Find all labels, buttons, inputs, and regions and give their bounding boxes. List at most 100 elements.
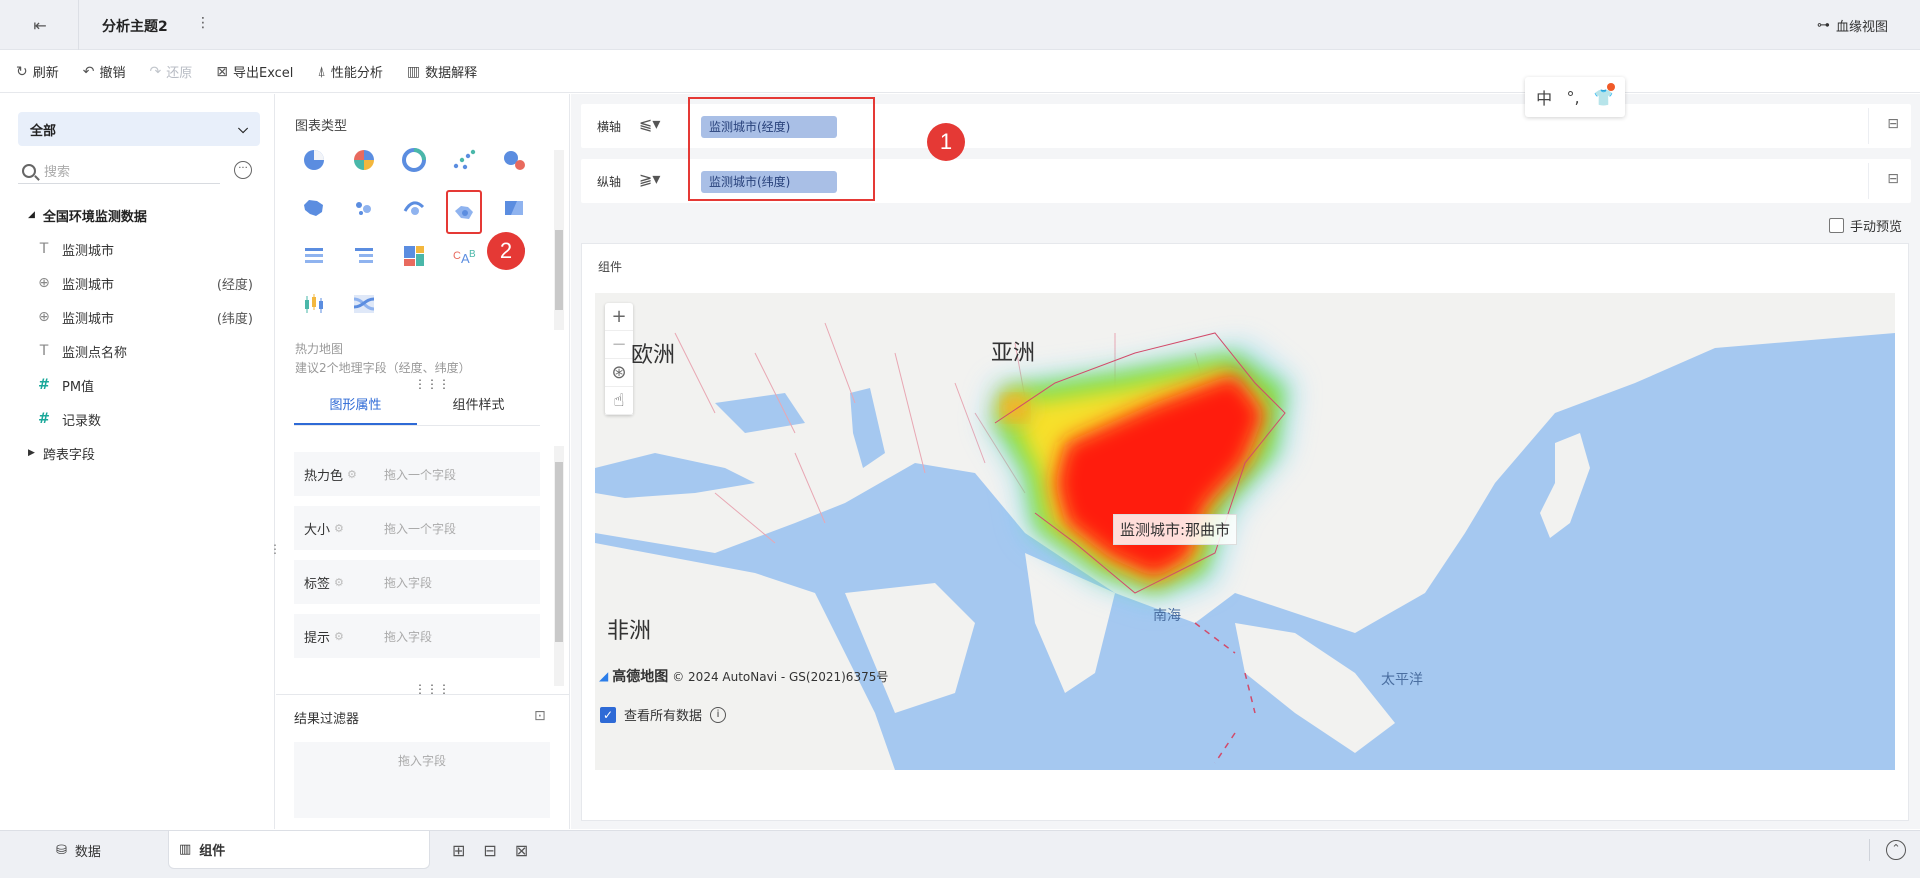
data-panel: 全部 ⌵ 搜索 ··· ◢ 全国环境监测数据 T 监测城市 ⊕ 监测城市 (经度… (0, 94, 293, 829)
field-search[interactable]: 搜索 (18, 158, 220, 184)
text-field-icon: T (39, 343, 49, 359)
tooltip-slot[interactable]: 提示 ⚙ 拖入字段 (294, 614, 540, 658)
redo-button[interactable]: ↷ 还原 (149, 62, 193, 82)
lock-icon[interactable]: ⊟ (1887, 116, 1899, 132)
field-label: PM值 (62, 379, 95, 395)
lineage-view-button[interactable]: ⊶ 血缘视图 (1817, 16, 1888, 35)
result-filter-dropzone[interactable]: 拖入字段 (294, 742, 550, 818)
tab-graph-properties[interactable]: 图形属性 (294, 386, 417, 425)
filter-settings-icon[interactable]: ⊡ (534, 708, 546, 724)
donut-chart-icon[interactable] (396, 142, 432, 178)
property-label: 提示 ⚙ (304, 627, 376, 646)
chart-grid-scrollbar[interactable] (554, 150, 564, 330)
perf-analysis-button[interactable]: ⍋ 性能分析 (317, 62, 382, 82)
undo-button[interactable]: ↶ 撤销 (83, 62, 126, 82)
map-label-africa: 非洲 (607, 619, 652, 644)
scope-select[interactable]: 全部 ⌵ (18, 112, 260, 146)
pie-chart-icon[interactable] (296, 142, 332, 178)
notification-dot (1607, 83, 1615, 91)
label-slot[interactable]: 标签 ⚙ 拖入字段 (294, 560, 540, 604)
map-tooltip: 监测城市:那曲市 (1113, 514, 1238, 545)
y-axis-settings-icon[interactable]: ⫺▾ (639, 169, 669, 193)
punctuation-icon[interactable]: °, (1566, 88, 1579, 107)
settings-icon[interactable]: ⚙ (334, 576, 344, 589)
divider (1868, 163, 1869, 199)
treemap-icon[interactable] (396, 238, 432, 274)
refresh-button[interactable]: ↻ 刷新 (16, 62, 59, 82)
collapse-up-icon[interactable]: ⌃ (1886, 840, 1906, 860)
detail-table-icon[interactable] (296, 238, 332, 274)
pan-hand-icon[interactable]: ☝ (605, 387, 633, 415)
component-actions: ⊞ ⊟ ⊠ (452, 841, 528, 860)
chart-config-panel: 图表类型 CAB 热力地图 建议2个地理字段（经度、纬度） ⋮⋮⋮ 图形属性 组… (276, 94, 570, 829)
config-tabs: 图形属性 组件样式 (294, 386, 540, 426)
settings-icon[interactable]: ⚙ (334, 630, 344, 643)
field-item[interactable]: # 记录数 (0, 402, 275, 436)
field-item[interactable]: T 监测城市 (0, 232, 275, 266)
exit-icon[interactable]: ⇤ (28, 13, 52, 37)
language-toggle[interactable]: 中 (1536, 85, 1552, 109)
settings-icon[interactable]: ⚙ (334, 522, 344, 535)
scrollbar-thumb[interactable] (555, 462, 563, 642)
more-vertical-icon[interactable]: ⋮ (196, 15, 210, 31)
map-label-south-sea: 南海 (1153, 608, 1181, 624)
map-attribution: ◢ 高德地图 © 2024 AutoNavi - GS(2021)6375号 (599, 666, 888, 686)
field-item[interactable]: ⊕ 监测城市 (经度) (0, 266, 275, 300)
map-label-pacific: 太平洋 (1381, 672, 1423, 688)
field-item[interactable]: T 监测点名称 (0, 334, 275, 368)
add-report-icon[interactable]: ⊠ (515, 841, 528, 860)
manual-preview-toggle[interactable]: 手动预览 (1829, 216, 1902, 235)
tab-component-style[interactable]: 组件样式 (417, 386, 540, 425)
point-map-icon[interactable] (346, 190, 382, 226)
redo-icon: ↷ (149, 63, 162, 80)
grouped-table-icon[interactable] (346, 238, 382, 274)
field-label: 记录数 (62, 413, 102, 429)
heat-map[interactable]: + − ⊛ ☝ 欧洲 亚洲 非洲 南海 太平洋 监测城市:那曲市 ◢ 高德地图 … (595, 293, 1895, 770)
info-icon[interactable]: i (710, 706, 727, 723)
region-map-icon[interactable] (296, 190, 332, 226)
toolbar: ↻ 刷新 ↶ 撤销 ↷ 还原 ⊠ 导出Excel ⍋ 性能分析 ▥ 数据解释 (0, 51, 1920, 93)
word-cloud-icon[interactable]: CAB (446, 238, 482, 274)
color-map-icon[interactable] (496, 190, 532, 226)
compass-icon[interactable]: ⊛ (605, 359, 633, 387)
tab-component-label: 组件 (199, 844, 226, 859)
manual-preview-label: 手动预览 (1850, 220, 1903, 235)
heat-color-slot[interactable]: 热力色 ⚙ 拖入一个字段 (294, 452, 540, 496)
size-label: 大小 (304, 522, 331, 538)
bubble-chart-icon[interactable] (496, 142, 532, 178)
scatter-chart-icon[interactable] (446, 142, 482, 178)
scrollbar-thumb[interactable] (555, 230, 563, 310)
export-excel-button[interactable]: ⊠ 导出Excel (216, 62, 293, 82)
calculated-number-icon: # (38, 411, 50, 427)
flow-map-icon[interactable] (396, 190, 432, 226)
more-options-icon[interactable]: ··· (234, 161, 252, 179)
see-all-data-toggle[interactable]: ✓ 查看所有数据 i (600, 705, 727, 724)
field-item[interactable]: # PM值 (0, 368, 275, 402)
candlestick-icon[interactable] (296, 286, 332, 322)
chevron-down-icon: ⌵ (238, 121, 248, 137)
checkbox[interactable] (1829, 218, 1844, 233)
settings-icon[interactable]: ⚙ (347, 468, 357, 481)
zoom-in-button[interactable]: + (605, 303, 633, 331)
see-all-data-label: 查看所有数据 (624, 709, 703, 724)
property-scrollbar[interactable] (554, 446, 564, 686)
add-chart-icon[interactable]: ⊞ (452, 841, 465, 860)
sankey-icon[interactable] (346, 286, 382, 322)
add-table-icon[interactable]: ⊟ (483, 841, 496, 860)
checkbox-checked[interactable]: ✓ (600, 706, 616, 723)
tab-data[interactable]: ⛁ 数据 (34, 831, 166, 869)
lock-icon[interactable]: ⊟ (1887, 171, 1899, 187)
zoom-out-button[interactable]: − (605, 331, 633, 359)
field-item[interactable]: ⊕ 监测城市 (纬度) (0, 300, 275, 334)
multi-pie-icon[interactable] (346, 142, 382, 178)
dataset-group[interactable]: ◢ 全国环境监测数据 (0, 198, 275, 232)
dataset-group-label: 全国环境监测数据 (42, 209, 147, 225)
data-explain-button[interactable]: ▥ 数据解释 (407, 62, 477, 82)
property-label: 标签 ⚙ (304, 573, 376, 592)
tab-component[interactable]: ▥ 组件 (168, 831, 430, 869)
heat-map-chart-icon[interactable] (446, 190, 482, 234)
size-slot[interactable]: 大小 ⚙ 拖入一个字段 (294, 506, 540, 550)
x-axis-settings-icon[interactable]: ⫹▾ (639, 114, 669, 138)
cross-table-group[interactable]: ▶ 跨表字段 (0, 436, 275, 470)
amap-logo-icon: ◢ (599, 669, 609, 683)
